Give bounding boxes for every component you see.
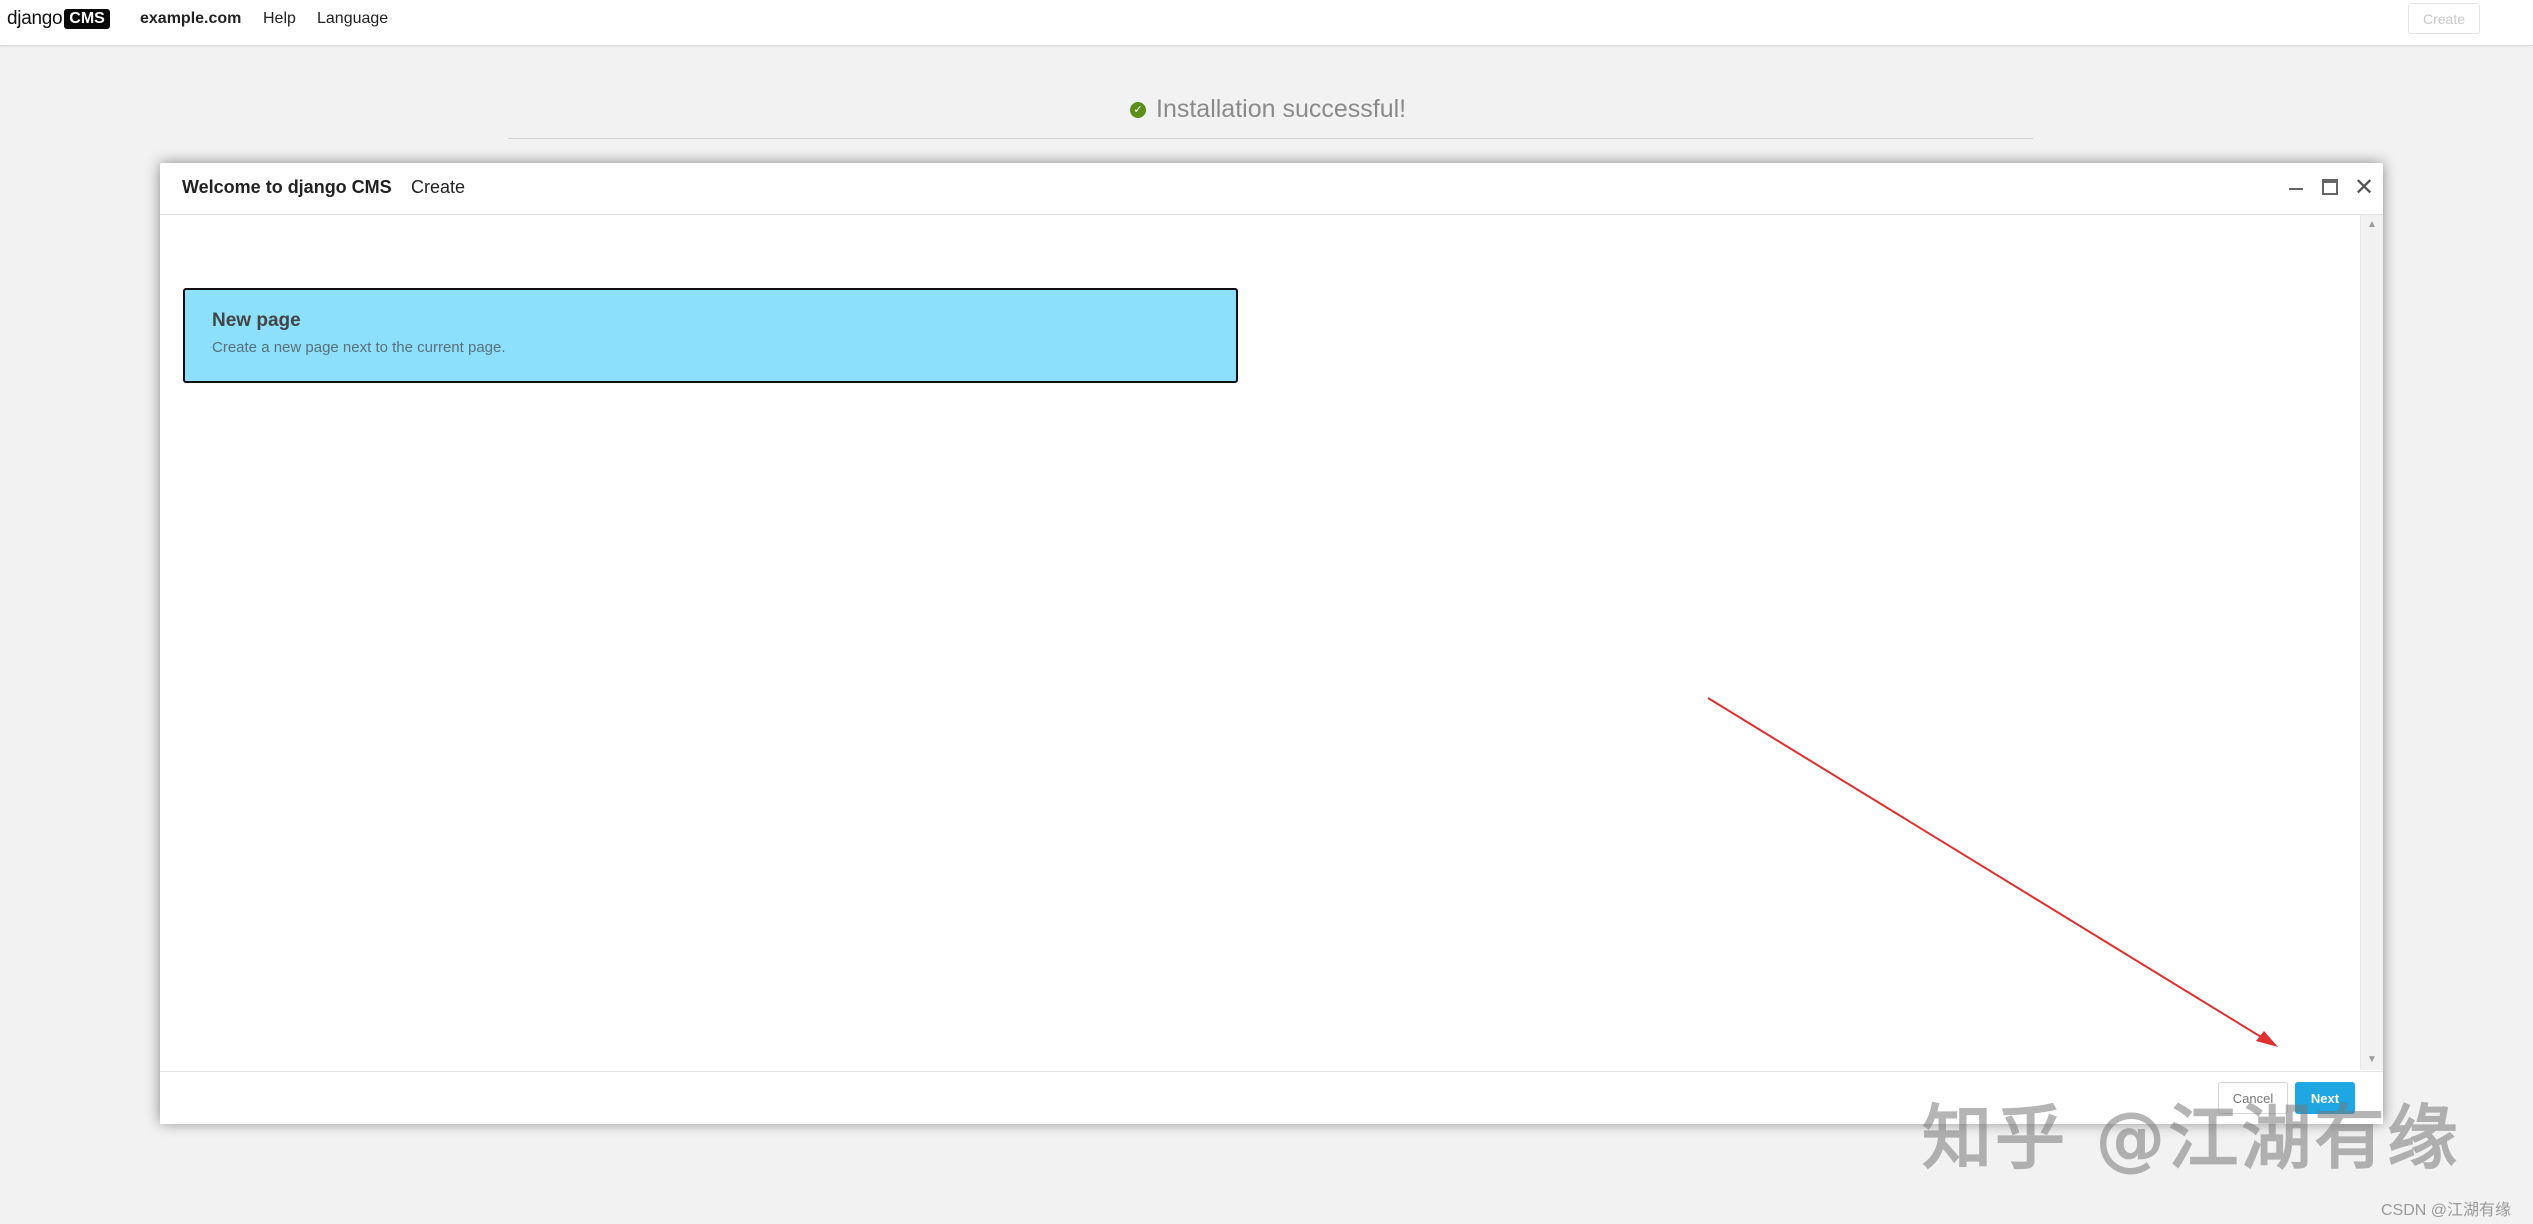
create-wizard-modal: Welcome to django CMS Create ✕ New page … [160,163,2383,1124]
choice-description: Create a new page next to the current pa… [212,339,506,356]
toolbar-create-button[interactable]: Create [2408,3,2480,34]
modal-title: Welcome to django CMS [182,177,392,197]
scroll-up-arrow-icon[interactable]: ▲ [2361,217,2383,233]
close-icon[interactable]: ✕ [2352,174,2376,201]
divider [508,138,2033,139]
maximize-icon[interactable] [2318,175,2342,199]
installation-success-message: ✓ Installation successful! [1130,95,1406,124]
logo-badge: CMS [64,9,110,29]
zhihu-watermark: 知乎 @江湖有缘 [1922,1097,2461,1179]
choice-title: New page [212,310,301,331]
modal-breadcrumb: Create [411,177,466,197]
django-cms-logo[interactable]: django CMS [7,7,110,31]
modal-header[interactable]: Welcome to django CMS Create ✕ [160,163,2383,215]
cms-toolbar: django CMS example.com Help Language Cre… [0,0,2533,46]
toolbar-site-menu[interactable]: example.com [140,10,241,28]
scroll-down-arrow-icon[interactable]: ▼ [2361,1052,2383,1068]
csdn-watermark: CSDN @江湖有缘 [2381,1202,2512,1219]
minimize-icon[interactable] [2284,175,2308,199]
logo-text: django [7,8,63,29]
install-message-text: Installation successful! [1156,95,1407,123]
wizard-choice-new-page[interactable]: New page Create a new page next to the c… [183,288,1238,383]
check-circle-icon: ✓ [1130,101,1146,118]
modal-body: New page Create a new page next to the c… [160,215,2360,1070]
toolbar-help-menu[interactable]: Help [263,10,296,28]
toolbar-language-menu[interactable]: Language [317,10,388,28]
modal-scrollbar[interactable]: ▲ ▼ [2360,215,2383,1070]
